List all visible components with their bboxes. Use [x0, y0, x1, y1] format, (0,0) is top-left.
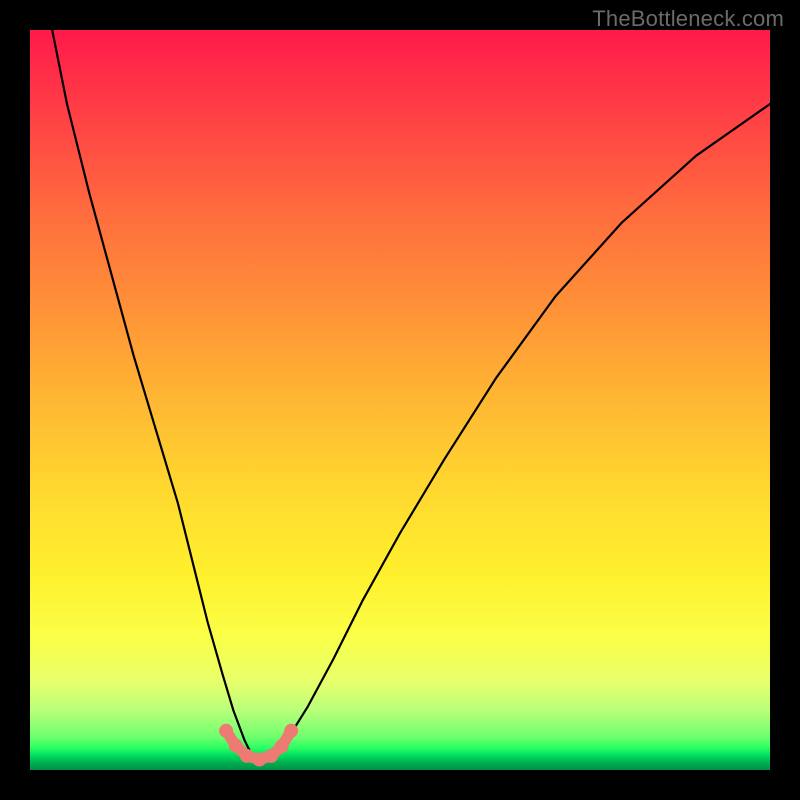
sweet-spot-marker	[240, 749, 254, 763]
sweet-spot-marker	[284, 724, 298, 738]
bottleneck-curve	[52, 30, 770, 761]
sweet-spot-marker	[252, 753, 266, 767]
sweet-spot-marker	[229, 739, 243, 753]
sweet-spot-marker	[275, 739, 289, 753]
chart-overlay	[30, 30, 770, 770]
chart-frame: TheBottleneck.com	[0, 0, 800, 800]
plot-area	[30, 30, 770, 770]
sweet-spot-marker	[219, 724, 233, 738]
watermark-text: TheBottleneck.com	[592, 6, 784, 32]
sweet-spot-markers	[219, 724, 298, 767]
sweet-spot-marker	[264, 749, 278, 763]
